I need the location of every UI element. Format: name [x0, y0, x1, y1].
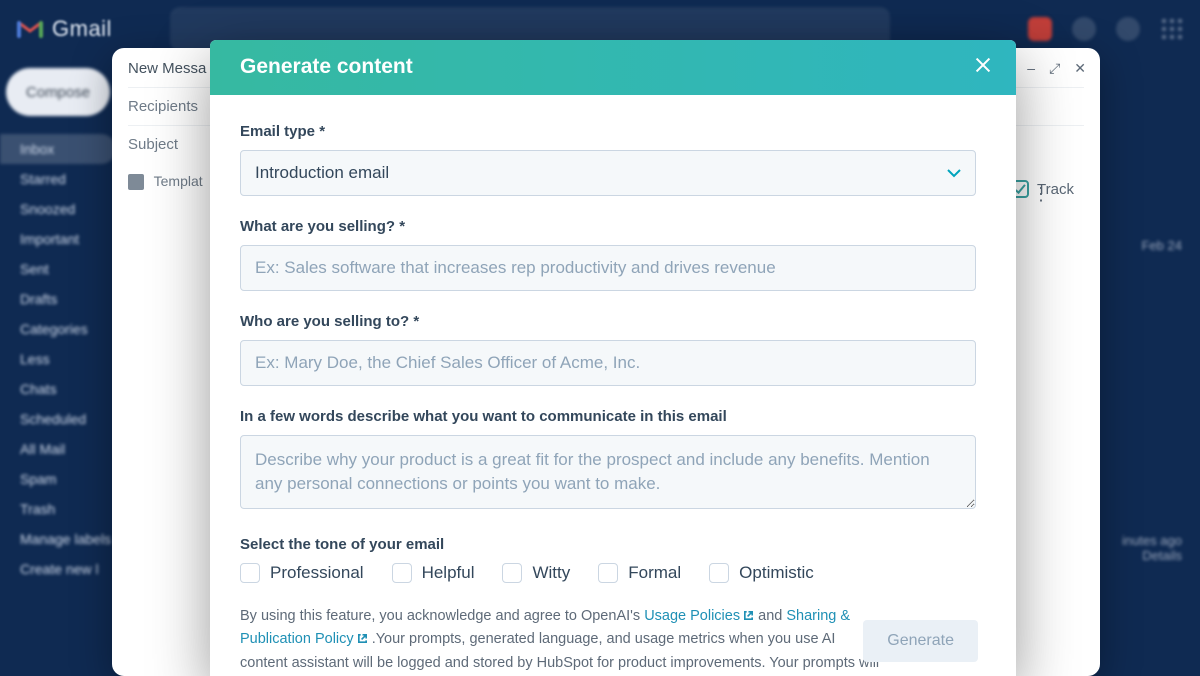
gmail-brand-text: Gmail	[52, 16, 112, 42]
modal-title: Generate content	[240, 55, 413, 79]
help-icon[interactable]	[1072, 17, 1096, 41]
generate-button-label: Generate	[887, 632, 954, 649]
right-edge-info: Feb 24 inutes ago Details	[1110, 58, 1200, 676]
modal-close-button[interactable]	[972, 54, 994, 81]
describe-label: In a few words describe what you want to…	[240, 408, 976, 425]
sidebar-item-snoozed[interactable]: Snoozed	[0, 194, 116, 224]
sidebar-item-chats[interactable]: Chats	[0, 374, 116, 404]
compose-minimize-button[interactable]: –	[1027, 60, 1035, 77]
tone-label: Select the tone of your email	[240, 536, 976, 553]
audience-label: Who are you selling to? *	[240, 313, 976, 330]
apps-grid-icon[interactable]	[1160, 17, 1184, 41]
mail-date: Feb 24	[1110, 238, 1182, 253]
sidebar-item-less[interactable]: Less	[0, 344, 116, 374]
sidebar-item-inbox[interactable]: Inbox	[0, 134, 116, 164]
modal-header: Generate content	[210, 40, 1016, 95]
tone-option-label: Optimistic	[739, 563, 814, 583]
tone-option-optimistic[interactable]: Optimistic	[709, 563, 814, 583]
close-icon	[972, 54, 994, 76]
gmail-logo-icon	[16, 18, 44, 40]
templates-icon	[128, 174, 144, 190]
gmail-sidebar: Compose Inbox Starred Snoozed Important …	[0, 58, 116, 676]
tone-option-label: Formal	[628, 563, 681, 583]
sidebar-item-important[interactable]: Important	[0, 224, 116, 254]
sidebar-item-create-label[interactable]: Create new l	[0, 554, 116, 584]
selling-input[interactable]	[240, 245, 976, 291]
notifications-badge-icon[interactable]	[1028, 17, 1052, 41]
usage-policies-link[interactable]: Usage Policies	[644, 608, 754, 624]
checkbox-icon	[598, 563, 618, 583]
sidebar-item-spam[interactable]: Spam	[0, 464, 116, 494]
sidebar-item-all-mail[interactable]: All Mail	[0, 434, 116, 464]
email-type-value: Introduction email	[255, 163, 389, 183]
disclosure-text: By using this feature, you acknowledge a…	[240, 605, 880, 676]
tone-option-formal[interactable]: Formal	[598, 563, 681, 583]
compose-expand-button[interactable]: ⤢	[1049, 60, 1060, 77]
tone-option-label: Helpful	[422, 563, 475, 583]
chevron-down-icon	[947, 163, 961, 183]
compose-more-menu[interactable]: ⋮	[1032, 184, 1052, 205]
generate-content-modal: Generate content Email type * Introducti…	[210, 40, 1016, 676]
generate-button[interactable]: Generate	[863, 620, 978, 662]
settings-gear-icon[interactable]	[1116, 17, 1140, 41]
selling-label: What are you selling? *	[240, 218, 976, 235]
external-link-icon	[743, 606, 754, 628]
compose-button-label: Compose	[26, 84, 90, 101]
compose-tool-templates[interactable]: Templat	[128, 173, 203, 190]
sidebar-item-starred[interactable]: Starred	[0, 164, 116, 194]
tone-option-label: Professional	[270, 563, 364, 583]
email-type-label: Email type *	[240, 123, 976, 140]
compose-button[interactable]: Compose	[6, 68, 110, 116]
tone-option-label: Witty	[532, 563, 570, 583]
tone-option-witty[interactable]: Witty	[502, 563, 570, 583]
email-type-select[interactable]: Introduction email	[240, 150, 976, 196]
describe-textarea[interactable]	[240, 435, 976, 509]
checkbox-icon	[240, 563, 260, 583]
sidebar-item-trash[interactable]: Trash	[0, 494, 116, 524]
gmail-brand: Gmail	[16, 16, 112, 42]
sidebar-item-manage-labels[interactable]: Manage labels	[0, 524, 116, 554]
checkbox-icon	[392, 563, 412, 583]
checkbox-icon	[709, 563, 729, 583]
sidebar-item-scheduled[interactable]: Scheduled	[0, 404, 116, 434]
activity-details-link[interactable]: Details	[1142, 548, 1182, 563]
sidebar-item-sent[interactable]: Sent	[0, 254, 116, 284]
activity-ago: inutes ago	[1122, 533, 1182, 548]
sidebar-item-categories[interactable]: Categories	[0, 314, 116, 344]
sidebar-item-drafts[interactable]: Drafts	[0, 284, 116, 314]
compose-close-button[interactable]: ✕	[1074, 60, 1086, 77]
audience-input[interactable]	[240, 340, 976, 386]
external-link-icon	[357, 629, 368, 651]
tone-option-helpful[interactable]: Helpful	[392, 563, 475, 583]
tone-option-professional[interactable]: Professional	[240, 563, 364, 583]
checkbox-icon	[502, 563, 522, 583]
